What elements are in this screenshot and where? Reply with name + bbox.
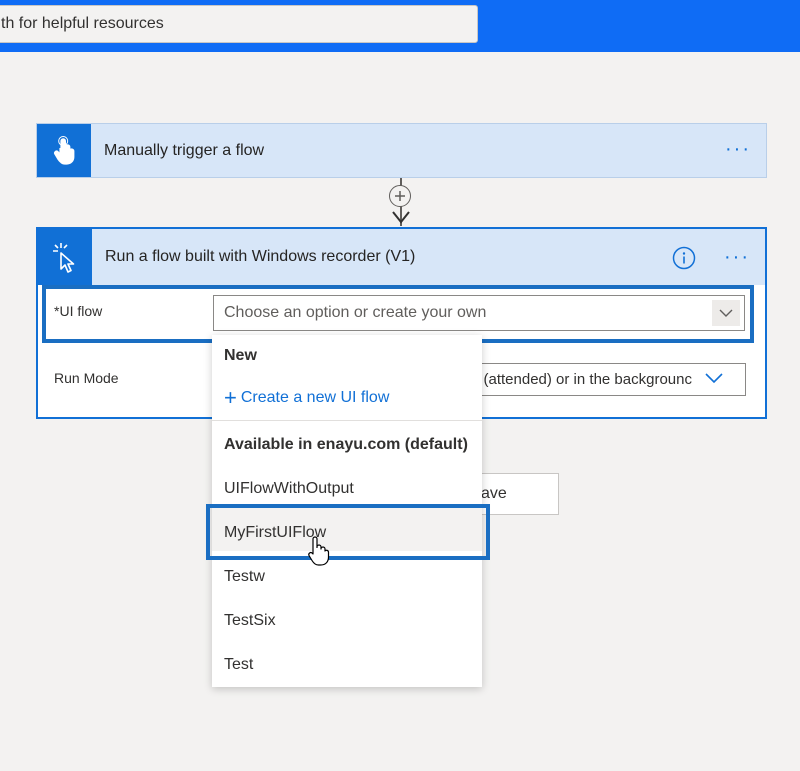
dropdown-option-testsix[interactable]: TestSix xyxy=(224,612,276,630)
chevron-down-icon xyxy=(705,373,723,384)
recorder-cursor-icon xyxy=(53,243,75,273)
dropdown-available-heading: Available in enayu.com (default) xyxy=(224,436,468,453)
dropdown-new-heading: New xyxy=(224,347,257,364)
action-more-button[interactable]: ··· xyxy=(724,247,750,267)
dropdown-option-test[interactable]: Test xyxy=(224,656,253,674)
trigger-more-button[interactable]: ··· xyxy=(725,139,751,159)
add-step-button[interactable] xyxy=(389,185,411,207)
create-new-ui-flow-option[interactable]: + Create a new UI flow xyxy=(224,385,390,410)
selected-option-highlight-frame xyxy=(206,504,490,560)
run-mode-label: Run Mode xyxy=(54,370,119,386)
run-mode-value: n (attended) or in the backgrounc xyxy=(471,371,692,388)
action-icon-tile xyxy=(38,229,92,285)
create-new-ui-flow-label: Create a new UI flow xyxy=(240,389,390,406)
dropdown-option-uiflowwithoutput[interactable]: UIFlowWithOutput xyxy=(224,480,354,498)
dropdown-divider xyxy=(212,420,482,421)
dropdown-option-testw[interactable]: Testw xyxy=(224,568,265,586)
top-bar: th for helpful resources xyxy=(0,0,800,52)
search-input-text: th for helpful resources xyxy=(1,15,164,32)
touch-hand-icon xyxy=(53,135,75,165)
run-mode-select[interactable]: n (attended) or in the backgrounc xyxy=(470,363,746,396)
action-title: Run a flow built with Windows recorder (… xyxy=(105,248,416,265)
plus-icon: + xyxy=(224,385,237,410)
action-header[interactable]: Run a flow built with Windows recorder (… xyxy=(38,229,765,285)
plus-icon xyxy=(395,191,405,201)
trigger-icon-tile xyxy=(37,124,91,177)
trigger-card[interactable]: Manually trigger a flow ··· xyxy=(36,123,767,178)
search-input[interactable]: th for helpful resources xyxy=(0,5,478,43)
hand-cursor-icon xyxy=(308,536,330,566)
info-icon[interactable] xyxy=(672,246,696,270)
save-button-label: ave xyxy=(481,485,507,502)
trigger-title: Manually trigger a flow xyxy=(104,142,265,159)
